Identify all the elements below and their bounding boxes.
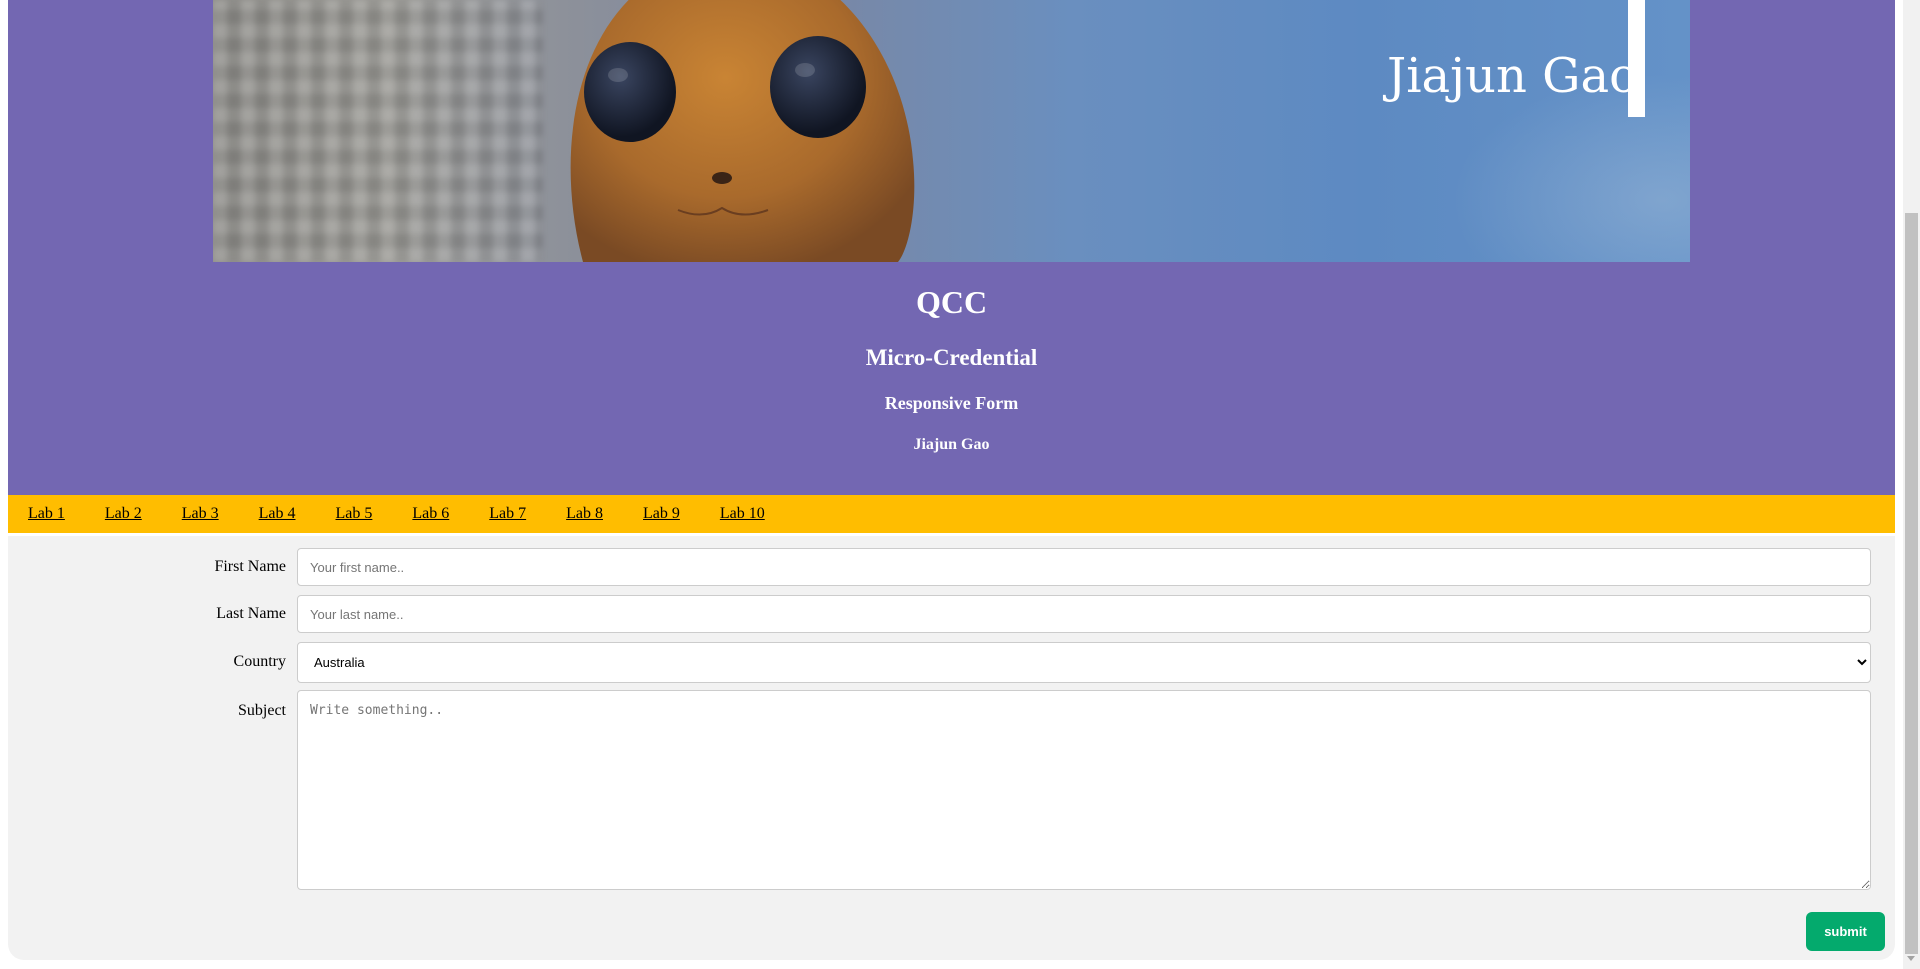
nav-item: Lab 4 xyxy=(239,495,316,533)
page: Lab 11 Jiajun Gao QCC Micro-Credential R… xyxy=(8,0,1895,960)
last-name-input[interactable] xyxy=(297,595,1871,633)
nav-link-lab-2[interactable]: Lab 2 xyxy=(85,495,162,533)
first-name-label: First Name xyxy=(214,558,286,575)
nav-item: Lab 2 xyxy=(85,495,162,533)
nav-list: Lab 1 Lab 2 Lab 3 Lab 4 Lab 5 Lab 6 Lab … xyxy=(8,495,1895,533)
nav-link-lab-5[interactable]: Lab 5 xyxy=(316,495,393,533)
country-select[interactable]: Australia xyxy=(297,642,1871,683)
banner-lab-title: Lab 11 xyxy=(1233,0,1629,14)
country-label: Country xyxy=(233,653,286,670)
banner-image: Lab 11 Jiajun Gao xyxy=(213,0,1690,262)
nav-link-lab-8[interactable]: Lab 8 xyxy=(546,495,623,533)
nav-item: Lab 7 xyxy=(469,495,546,533)
nav-item: Lab 6 xyxy=(392,495,469,533)
first-name-input[interactable] xyxy=(297,548,1871,586)
nav-link-lab-6[interactable]: Lab 6 xyxy=(392,495,469,533)
nav-link-lab-3[interactable]: Lab 3 xyxy=(162,495,239,533)
nav-link-lab-7[interactable]: Lab 7 xyxy=(469,495,546,533)
page-scrollbar[interactable] xyxy=(1903,0,1920,969)
header: Lab 11 Jiajun Gao QCC Micro-Credential R… xyxy=(8,0,1895,495)
nav-item: Lab 3 xyxy=(162,495,239,533)
subject-textarea[interactable] xyxy=(297,690,1871,890)
nav-link-lab-4[interactable]: Lab 4 xyxy=(239,495,316,533)
top-nav: Lab 1 Lab 2 Lab 3 Lab 4 Lab 5 Lab 6 Lab … xyxy=(8,495,1895,533)
banner-blurred-background xyxy=(213,0,543,262)
scroll-down-arrow-icon[interactable] xyxy=(1907,956,1915,961)
nav-item: Lab 5 xyxy=(316,495,393,533)
nav-link-lab-10[interactable]: Lab 10 xyxy=(700,495,785,533)
page-subtitle: Micro-Credential xyxy=(865,345,1038,370)
nav-item: Lab 1 xyxy=(8,495,85,533)
nav-item: Lab 9 xyxy=(623,495,700,533)
toy-figure-image xyxy=(570,0,915,262)
submit-button[interactable]: submit xyxy=(1806,912,1885,951)
banner-author-name: Jiajun Gao xyxy=(1386,48,1638,104)
section-title: Responsive Form xyxy=(884,393,1019,413)
subject-label: Subject xyxy=(238,702,286,719)
nav-link-lab-1[interactable]: Lab 1 xyxy=(8,495,85,533)
nav-link-lab-9[interactable]: Lab 9 xyxy=(623,495,700,533)
author-name: Jiajun Gao xyxy=(913,436,990,453)
last-name-label: Last Name xyxy=(216,605,286,622)
banner-vertical-bar xyxy=(1628,0,1645,117)
page-title: QCC xyxy=(915,284,988,320)
nav-item: Lab 10 xyxy=(700,495,785,533)
contact-form: First Name Last Name Country Australia S… xyxy=(8,536,1895,960)
scrollbar-thumb[interactable] xyxy=(1905,213,1918,954)
nav-item: Lab 8 xyxy=(546,495,623,533)
